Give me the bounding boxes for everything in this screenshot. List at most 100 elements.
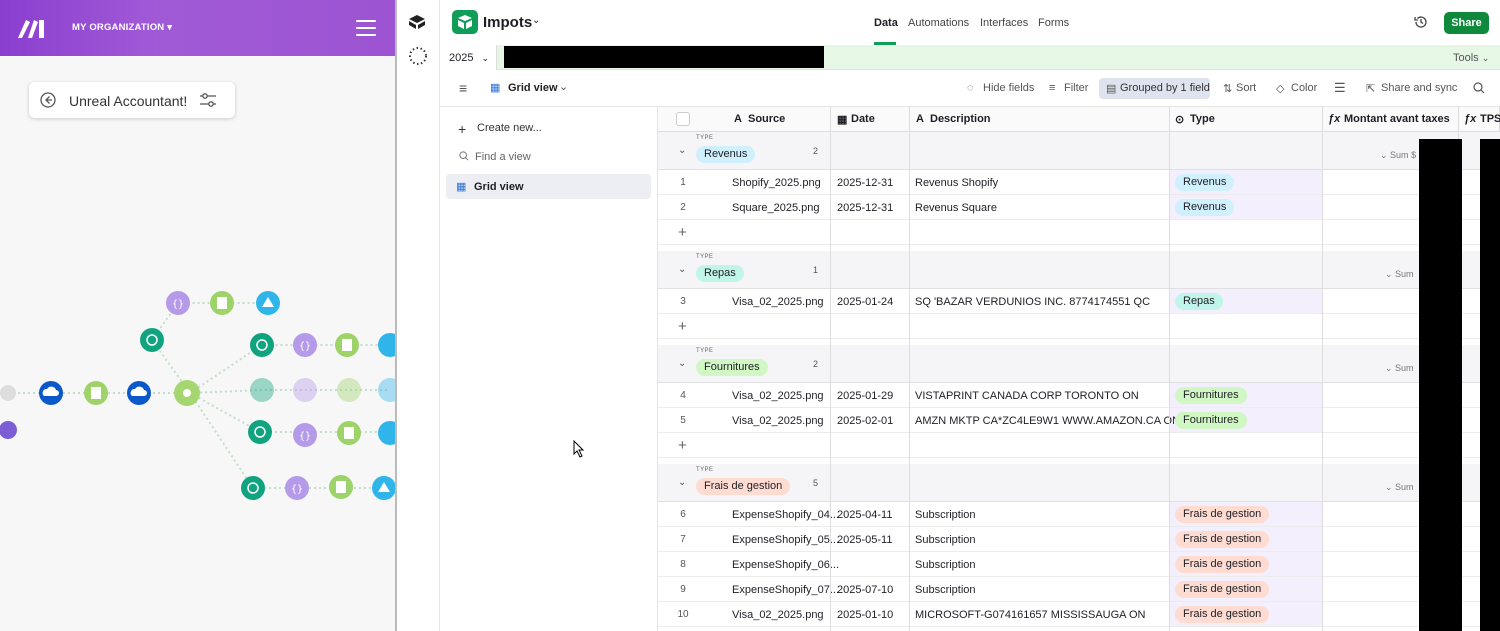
chevron-down-icon[interactable]: ⌄ [678, 477, 686, 488]
tools-menu[interactable]: Tools ⌄ [1453, 52, 1489, 64]
tab-automations[interactable]: Automations [908, 17, 969, 29]
cell-source[interactable]: Shopify_2025.png [732, 177, 821, 189]
tab-forms[interactable]: Forms [1038, 17, 1069, 29]
cell-source[interactable]: Visa_02_2025.png [732, 415, 824, 427]
table-row[interactable]: 6 ExpenseShopify_04... 2025-04-11 Subscr… [658, 502, 1500, 527]
tab-interfaces[interactable]: Interfaces [980, 17, 1028, 29]
chevron-down-icon[interactable]: ⌄ [559, 80, 568, 93]
group-header-frais-de-gestion[interactable]: ⌄ TYPE Frais de gestion 5 ⌄ Sum [658, 464, 1500, 502]
table-row[interactable]: 2 Square_2025.png 2025-12-31 Revenus Squ… [658, 195, 1500, 220]
header-type[interactable]: ⊙ Type [1170, 107, 1323, 132]
cell-description[interactable]: MICROSOFT-G074161657 MISSISSAUGA ON [915, 609, 1145, 621]
table-row[interactable]: 5 Visa_02_2025.png 2025-02-01 AMZN MKTP … [658, 408, 1500, 433]
cell-date[interactable]: 2025-01-24 [837, 296, 893, 308]
cell-type[interactable]: Fournitures [1175, 412, 1247, 429]
base-name[interactable]: Impots [483, 14, 532, 31]
organization-menu[interactable]: MY ORGANIZATION ▾ [72, 22, 172, 33]
select-all-checkbox[interactable] [676, 112, 690, 126]
cell-date[interactable]: 2025-02-01 [837, 415, 893, 427]
table-row[interactable]: 1 Shopify_2025.png 2025-12-31 Revenus Sh… [658, 170, 1500, 195]
cell-description[interactable]: Subscription [915, 509, 976, 521]
search-icon[interactable] [1473, 82, 1485, 94]
cell-source[interactable]: Visa_02_2025.png [732, 609, 824, 621]
cell-type[interactable]: Frais de gestion [1175, 531, 1270, 548]
header-montant-avant-taxes[interactable]: ƒx Montant avant taxes [1323, 107, 1459, 132]
header-source[interactable]: A Source [658, 107, 831, 132]
cell-source[interactable]: Square_2025.png [732, 202, 819, 214]
header-tps[interactable]: ƒx TPS [1459, 107, 1500, 132]
cell-type[interactable]: Frais de gestion [1175, 556, 1270, 573]
share-sync-button[interactable]: Share and sync [1381, 82, 1457, 94]
cell-type[interactable]: Fournitures [1175, 387, 1247, 404]
add-record-row[interactable]: + [658, 220, 1500, 245]
cell-description[interactable]: VISTAPRINT CANADA CORP TORONTO ON [915, 390, 1139, 402]
table-row[interactable]: 9 ExpenseShopify_07... 2025-07-10 Subscr… [658, 577, 1500, 602]
add-record-row[interactable]: + [658, 433, 1500, 458]
back-arrow-icon[interactable] [40, 92, 56, 108]
cell-description[interactable]: Subscription [915, 584, 976, 596]
table-row[interactable]: 10 Visa_02_2025.png 2025-01-10 MICROSOFT… [658, 602, 1500, 627]
header-date[interactable]: ▦ Date [831, 107, 910, 132]
group-header-repas[interactable]: ⌄ TYPE Repas 1 ⌄ Sum [658, 251, 1500, 289]
view-name[interactable]: Grid view [508, 82, 558, 94]
cell-type[interactable]: Revenus [1175, 199, 1235, 216]
base-icon[interactable] [452, 10, 478, 34]
sidebar-toggle-icon[interactable]: ≡ [459, 80, 467, 96]
cell-type[interactable]: Frais de gestion [1175, 606, 1270, 623]
table-tab-2025[interactable]: 2025 ⌄ [440, 45, 497, 70]
settings-sliders-icon[interactable] [199, 92, 217, 108]
cell-date[interactable]: 2025-12-31 [837, 202, 893, 214]
cell-source[interactable]: ExpenseShopify_07... [732, 584, 839, 596]
cell-source[interactable]: ExpenseShopify_05... [732, 534, 839, 546]
history-icon[interactable] [1414, 15, 1428, 29]
chevron-down-icon[interactable]: ⌄ [532, 15, 540, 26]
table-row[interactable]: 3 Visa_02_2025.png 2025-01-24 SQ 'BAZAR … [658, 289, 1500, 314]
plus-icon[interactable]: + [678, 224, 687, 241]
cell-description[interactable]: AMZN MKTP CA*ZC4LE9W1 WWW.AMAZON.CA ON [915, 415, 1180, 427]
table-row[interactable]: 4 Visa_02_2025.png 2025-01-29 VISTAPRINT… [658, 383, 1500, 408]
cell-source[interactable]: ExpenseShopify_04... [732, 509, 839, 521]
airtable-home-icon[interactable] [408, 14, 426, 30]
cell-source[interactable]: Visa_02_2025.png [732, 296, 824, 308]
cell-description[interactable]: Subscription [915, 559, 976, 571]
table-row[interactable]: 7 ExpenseShopify_05... 2025-05-11 Subscr… [658, 527, 1500, 552]
make-logo-icon[interactable] [16, 16, 48, 40]
cell-source[interactable]: Visa_02_2025.png [732, 390, 824, 402]
plus-icon[interactable]: + [678, 437, 687, 454]
group-header-fournitures[interactable]: ⌄ TYPE Fournitures 2 ⌄ Sum [658, 345, 1500, 383]
cell-date[interactable]: 2025-07-10 [837, 584, 893, 596]
cell-date[interactable]: 2025-01-29 [837, 390, 893, 402]
cell-description[interactable]: SQ 'BAZAR VERDUNIOS INC. 8774174551 QC [915, 296, 1150, 308]
cell-date[interactable]: 2025-04-11 [837, 509, 892, 521]
add-record-row[interactable]: + [658, 314, 1500, 339]
share-button[interactable]: Share [1444, 12, 1489, 34]
cell-type[interactable]: Frais de gestion [1175, 506, 1270, 523]
cell-description[interactable]: Revenus Square [915, 202, 997, 214]
cell-type[interactable]: Revenus [1175, 174, 1235, 191]
sidebar-item-grid-view[interactable]: ▦ Grid view [446, 174, 651, 199]
cell-type[interactable]: Frais de gestion [1175, 581, 1270, 598]
plus-icon[interactable]: + [678, 318, 687, 335]
chevron-down-icon[interactable]: ⌄ [678, 358, 686, 369]
chevron-down-icon[interactable]: ⌄ [678, 145, 686, 156]
find-view-input[interactable]: Find a view [475, 151, 531, 163]
filter-button[interactable]: Filter [1064, 82, 1088, 94]
row-height-icon[interactable]: ☰ [1334, 80, 1346, 96]
hide-fields-button[interactable]: Hide fields [983, 82, 1034, 94]
cell-description[interactable]: Subscription [915, 534, 976, 546]
scenario-flow-canvas[interactable]: {} {} {} {} [0, 280, 395, 520]
cell-date[interactable]: 2025-05-11 [837, 534, 892, 546]
cell-type[interactable]: Repas [1175, 293, 1223, 310]
group-header-revenus[interactable]: ⌄ TYPE Revenus 2 ⌄ Sum $ [658, 132, 1500, 170]
hamburger-menu-icon[interactable] [356, 20, 376, 36]
cell-description[interactable]: Revenus Shopify [915, 177, 998, 189]
color-button[interactable]: Color [1291, 82, 1317, 94]
create-new-button[interactable]: Create new... [477, 122, 542, 134]
cell-source[interactable]: ExpenseShopify_06... [732, 559, 839, 571]
sort-button[interactable]: Sort [1236, 82, 1256, 94]
table-row[interactable]: 8 ExpenseShopify_06... Subscription Frai… [658, 552, 1500, 577]
header-description[interactable]: A Description [910, 107, 1170, 132]
cell-date[interactable]: 2025-12-31 [837, 177, 893, 189]
cell-date[interactable]: 2025-01-10 [837, 609, 893, 621]
tab-data[interactable]: Data [874, 17, 898, 29]
